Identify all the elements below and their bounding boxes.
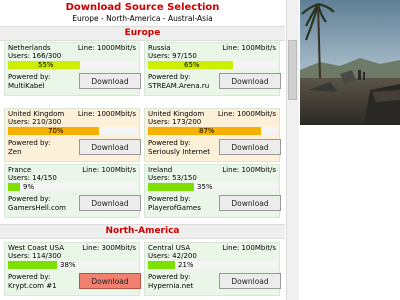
- load-percent: 38%: [60, 261, 76, 269]
- server-users: Users: 14/150: [8, 174, 57, 182]
- server-card: Ireland Line: 100Mbit/s Users: 53/150 35…: [144, 164, 281, 218]
- server-users: Users: 166/300: [8, 52, 62, 60]
- nav-link-europe[interactable]: Europe: [72, 14, 98, 23]
- server-line-speed: Line: 1000Mbit/s: [217, 110, 276, 118]
- nav-link-north-america[interactable]: North-America: [106, 14, 160, 23]
- server-line-speed: Line: 100Mbit/s: [82, 166, 136, 174]
- server-card: West Coast USA Line: 300Mbit/s Users: 11…: [4, 242, 141, 296]
- nav-link-austral-asia[interactable]: Austral-Asia: [168, 14, 213, 23]
- server-users: Users: 97/150: [148, 52, 197, 60]
- provider-name: Krypt.com #1: [8, 282, 57, 290]
- load-bar-fill: [8, 261, 57, 269]
- provider-name: Hypernia.net: [148, 282, 194, 290]
- load-bar-fill: [8, 183, 20, 191]
- load-bar: 70%: [8, 127, 138, 135]
- download-button[interactable]: Download: [79, 273, 141, 289]
- game-screenshot-art: [300, 0, 400, 125]
- server-users: Users: 173/200: [148, 118, 202, 126]
- powered-by-label: Powered by:: [148, 73, 191, 81]
- server-card: Russia Line: 100Mbit/s Users: 97/150 65%…: [144, 42, 281, 96]
- download-button[interactable]: Download: [79, 195, 141, 211]
- server-country: Russia: [148, 44, 171, 52]
- powered-by-label: Powered by:: [148, 273, 191, 281]
- load-bar: 9%: [8, 183, 138, 191]
- server-card: France Line: 100Mbit/s Users: 14/150 9% …: [4, 164, 141, 218]
- load-bar-fill: [148, 261, 175, 269]
- powered-by-label: Powered by:: [8, 195, 51, 203]
- load-percent: 65%: [184, 61, 200, 69]
- server-card: United Kingdom Line: 1000Mbit/s Users: 1…: [144, 108, 281, 162]
- scrollbar[interactable]: [286, 0, 299, 300]
- server-line-speed: Line: 300Mbit/s: [82, 244, 136, 252]
- server-line-speed: Line: 1000Mbit/s: [77, 44, 136, 52]
- server-users: Users: 42/200: [148, 252, 197, 260]
- powered-by-label: Powered by:: [148, 139, 191, 147]
- download-button[interactable]: Download: [79, 139, 141, 155]
- download-button[interactable]: Download: [219, 139, 281, 155]
- scrollbar-thumb[interactable]: [288, 40, 297, 100]
- load-percent: 55%: [38, 61, 54, 69]
- server-card: Central USA Line: 100Mbit/s Users: 42/20…: [144, 242, 281, 296]
- load-bar: 55%: [8, 61, 138, 69]
- page-title: Download Source Selection: [65, 2, 220, 13]
- provider-name: Zen: [8, 148, 22, 156]
- load-percent: 9%: [23, 183, 35, 191]
- provider-name: Seriously Internet: [148, 148, 211, 156]
- provider-name: GamersHell.com: [8, 204, 66, 212]
- load-bar: 38%: [8, 261, 138, 269]
- load-bar: 21%: [148, 261, 278, 269]
- server-country: Central USA: [148, 244, 191, 252]
- region-nav: Europe - North-America - Austral-Asia: [0, 14, 285, 23]
- powered-by-label: Powered by:: [148, 195, 191, 203]
- server-line-speed: Line: 1000Mbit/s: [77, 110, 136, 118]
- server-country: United Kingdom: [8, 110, 65, 118]
- download-button[interactable]: Download: [219, 73, 281, 89]
- powered-by-label: Powered by:: [8, 73, 51, 81]
- server-country: West Coast USA: [8, 244, 64, 252]
- load-bar: 65%: [148, 61, 278, 69]
- load-bar-fill: [148, 183, 194, 191]
- server-users: Users: 114/300: [8, 252, 62, 260]
- powered-by-label: Powered by:: [8, 139, 51, 147]
- server-country: France: [8, 166, 32, 174]
- server-card: United Kingdom Line: 1000Mbit/s Users: 2…: [4, 108, 141, 162]
- nav-separator: -: [160, 14, 169, 23]
- load-percent: 35%: [197, 183, 213, 191]
- load-percent: 87%: [199, 127, 215, 135]
- server-country: United Kingdom: [148, 110, 205, 118]
- server-line-speed: Line: 100Mbit/s: [222, 44, 276, 52]
- server-card: Netherlands Line: 1000Mbit/s Users: 166/…: [4, 42, 141, 96]
- download-source-panel: Download Source Selection Europe - North…: [0, 0, 285, 300]
- server-users: Users: 53/150: [148, 174, 197, 182]
- region-header-north-america: North-America: [0, 224, 285, 239]
- server-line-speed: Line: 100Mbit/s: [222, 244, 276, 252]
- provider-name: STREAM.Arena.ru: [148, 82, 210, 90]
- server-line-speed: Line: 100Mbit/s: [222, 166, 276, 174]
- nav-separator: -: [98, 14, 107, 23]
- provider-name: PlayerofGames: [148, 204, 201, 212]
- load-percent: 21%: [178, 261, 194, 269]
- load-percent: 70%: [48, 127, 64, 135]
- server-country: Ireland: [148, 166, 173, 174]
- load-bar: 87%: [148, 127, 278, 135]
- load-bar: 35%: [148, 183, 278, 191]
- download-button[interactable]: Download: [79, 73, 141, 89]
- powered-by-label: Powered by:: [8, 273, 51, 281]
- game-screenshot-image: [300, 0, 400, 125]
- download-button[interactable]: Download: [219, 195, 281, 211]
- provider-name: MultiKabel: [8, 82, 45, 90]
- region-header-europe: Europe: [0, 26, 285, 41]
- server-country: Netherlands: [8, 44, 51, 52]
- server-users: Users: 210/300: [8, 118, 62, 126]
- download-button[interactable]: Download: [219, 273, 281, 289]
